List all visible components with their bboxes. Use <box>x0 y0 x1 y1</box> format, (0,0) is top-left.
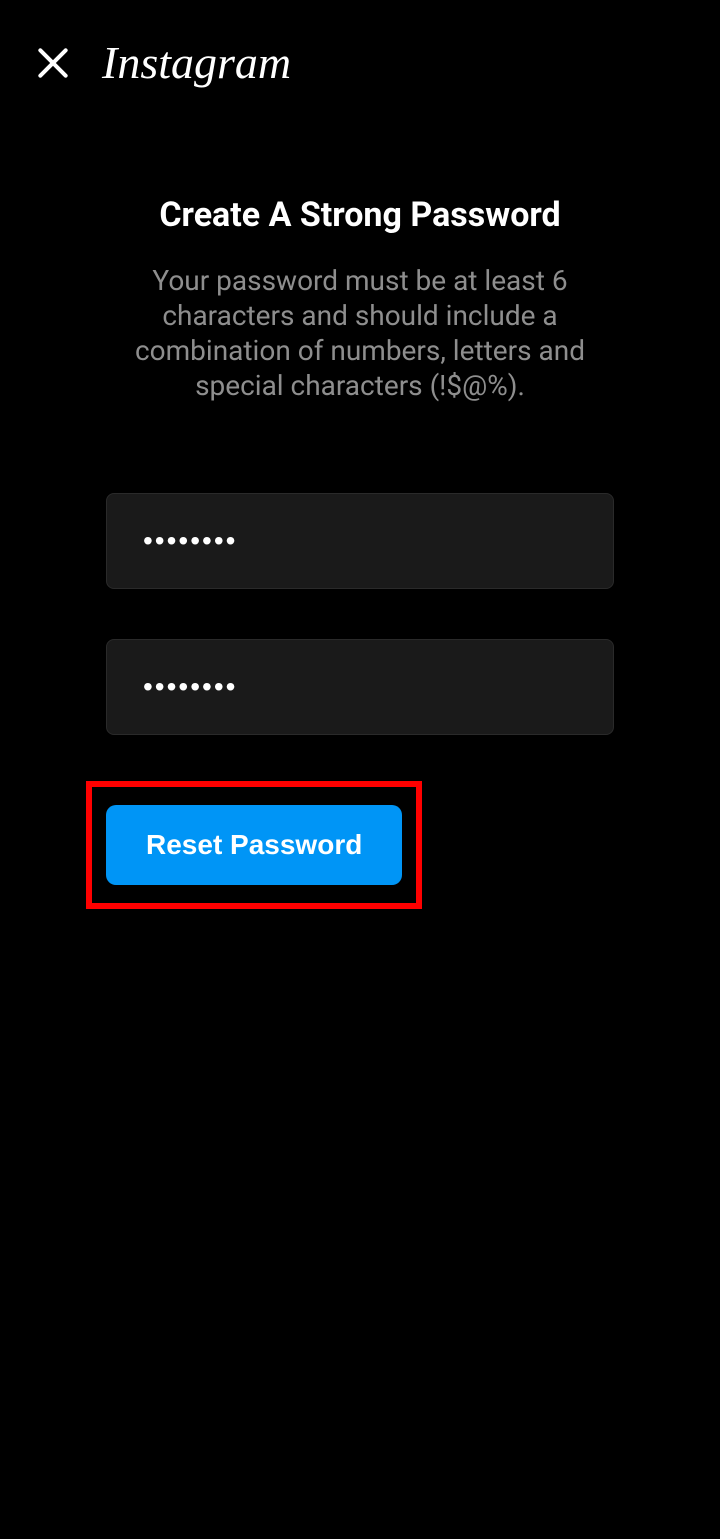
highlight-annotation: Reset Password <box>86 781 422 909</box>
new-password-input[interactable] <box>106 493 614 589</box>
instagram-logo: Instagram <box>102 36 291 89</box>
page-title: Create A Strong Password <box>106 195 614 235</box>
confirm-password-input[interactable] <box>106 639 614 735</box>
reset-password-button[interactable]: Reset Password <box>106 805 402 885</box>
main-content: Create A Strong Password Your password m… <box>0 195 720 909</box>
password-requirements-text: Your password must be at least 6 charact… <box>106 263 614 403</box>
close-icon[interactable] <box>34 44 72 82</box>
header: Instagram <box>0 0 720 125</box>
